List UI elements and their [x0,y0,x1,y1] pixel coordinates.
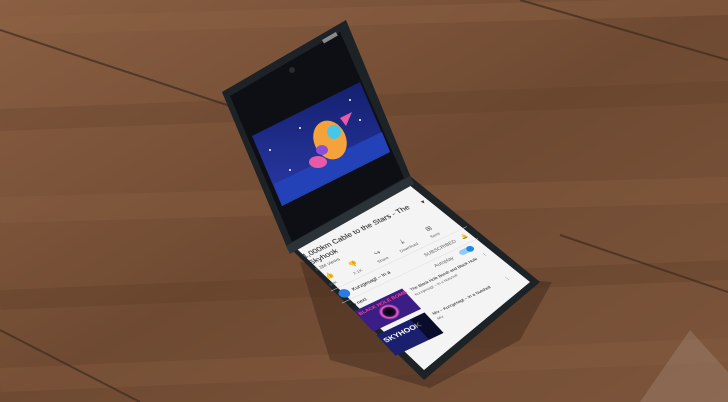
photo-scene: 1,000km Cable to the Stars - The Skyhook… [0,0,728,402]
front-camera [289,67,295,73]
